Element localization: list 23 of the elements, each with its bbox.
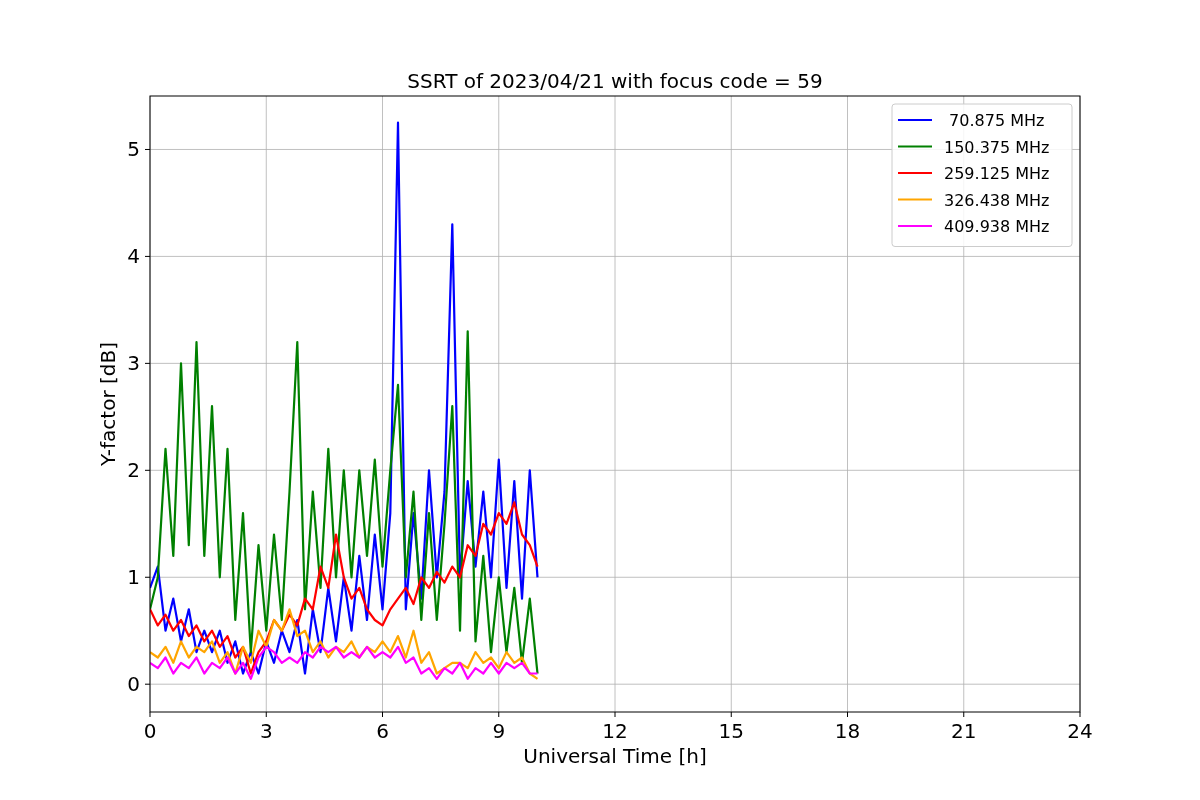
y-axis-label: Y-factor [dB] xyxy=(96,342,120,466)
x-tick-label: 3 xyxy=(259,719,273,743)
y-tick-label: 5 xyxy=(127,137,140,162)
chart-title: SSRT of 2023/04/21 with focus code = 59 xyxy=(407,69,823,93)
y-tick-label: 2 xyxy=(127,458,140,483)
legend-label: 409.938 MHz xyxy=(944,217,1050,236)
y-tick-label: 0 xyxy=(127,672,140,697)
x-tick-label: 12 xyxy=(602,719,628,743)
x-axis-label: Universal Time [h] xyxy=(523,744,707,768)
y-tick-label: 3 xyxy=(127,351,140,376)
x-tick-label: 6 xyxy=(376,719,389,743)
x-tick-label: 21 xyxy=(951,719,977,743)
x-tick-label: 15 xyxy=(718,719,744,743)
x-tick-label: 0 xyxy=(143,719,157,743)
legend-label: 326.438 MHz xyxy=(944,190,1050,210)
x-tick-label: 9 xyxy=(492,719,506,743)
y-tick-label: 4 xyxy=(127,244,140,269)
x-tick-label: 24 xyxy=(1067,719,1093,743)
legend-label: 150.375 MHz xyxy=(944,137,1050,157)
legend-label: 259.125 MHz xyxy=(944,164,1050,183)
x-tick-label: 18 xyxy=(834,719,861,743)
y-tick-label: 1 xyxy=(127,565,140,590)
legend-label: 70.875 MHz xyxy=(949,111,1045,130)
